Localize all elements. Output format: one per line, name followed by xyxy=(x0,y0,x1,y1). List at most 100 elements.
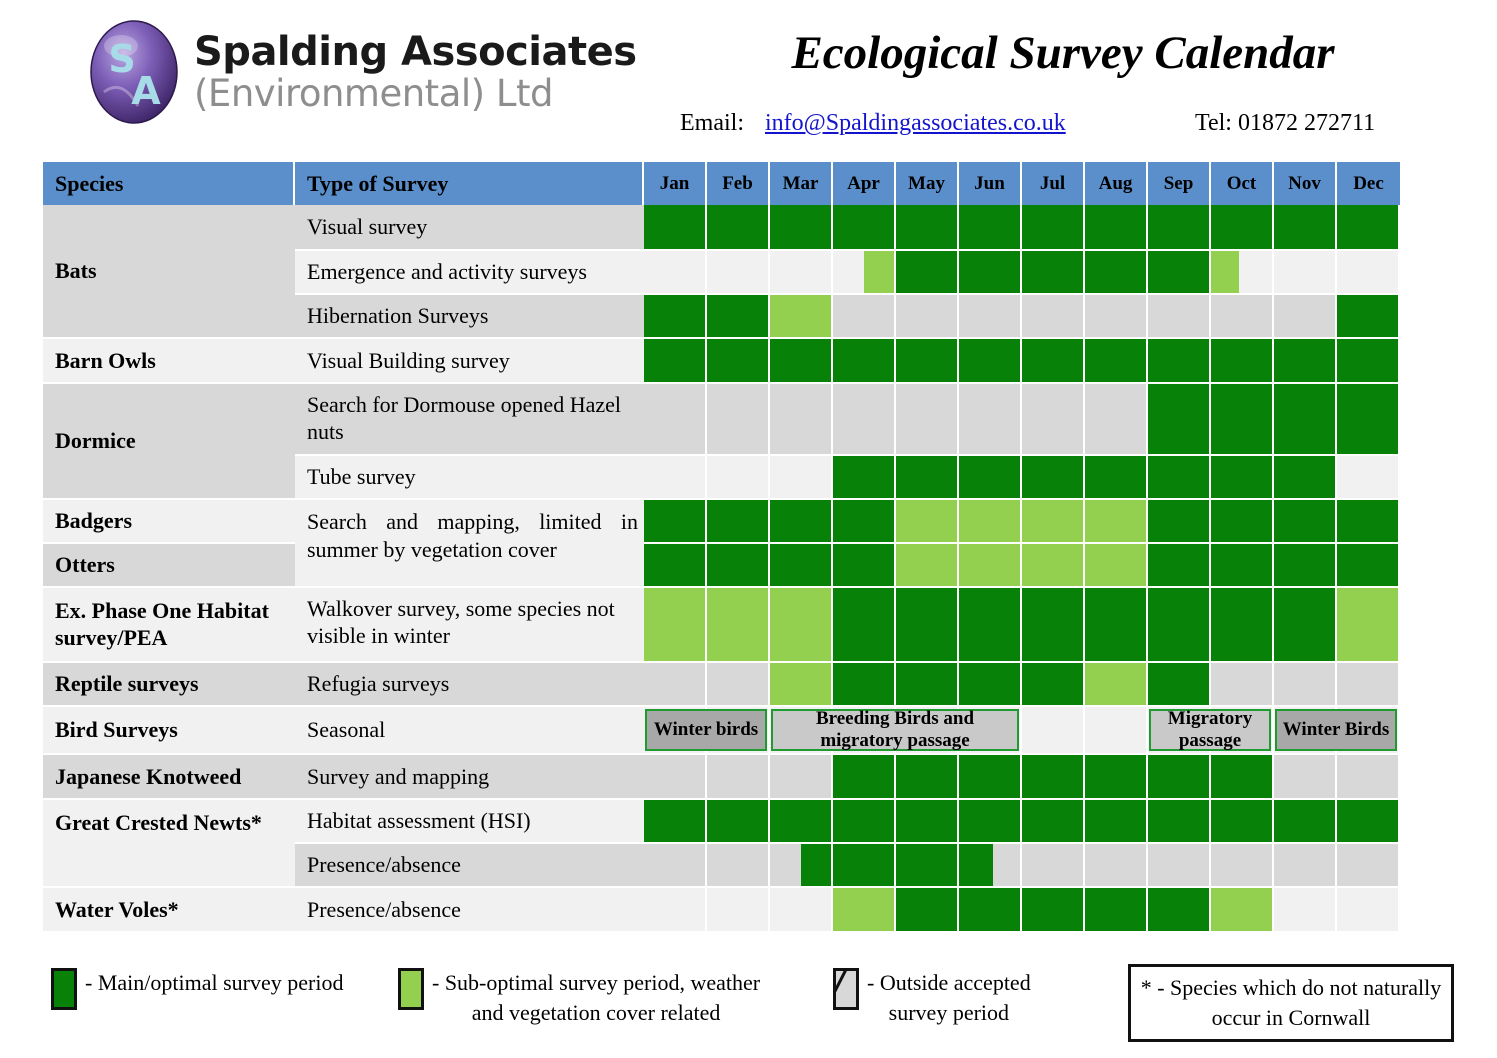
column-header-may: May xyxy=(896,162,959,205)
month-cell-jan xyxy=(644,339,707,382)
month-cell-apr xyxy=(833,384,896,454)
month-cell-nov xyxy=(1274,251,1337,293)
month-cell-jul xyxy=(1022,844,1085,886)
month-cell-oct xyxy=(1211,384,1274,454)
legend-item-sub-optimal: - Sub-optimal survey period, weather and… xyxy=(398,968,760,1027)
column-header-sep: Sep xyxy=(1148,162,1211,205)
month-cell-may xyxy=(896,755,959,798)
month-cell-jan xyxy=(644,663,707,705)
month-cell-feb xyxy=(707,384,770,454)
month-cell-oct xyxy=(1211,456,1274,498)
month-cell-jan xyxy=(644,384,707,454)
month-cell-oct xyxy=(1211,500,1274,542)
month-cell-jan xyxy=(644,544,707,586)
month-cell-jul xyxy=(1022,500,1085,542)
month-cell-mar xyxy=(770,844,833,886)
month-cell-mar xyxy=(770,544,833,586)
survey-type-cell: Visual survey xyxy=(295,205,644,251)
months-grid: Winter birds Breeding Birds and migratory… xyxy=(644,205,1454,933)
month-cell-jul xyxy=(1022,456,1085,498)
column-header-dec: Dec xyxy=(1337,162,1400,205)
month-cell-feb xyxy=(707,339,770,382)
month-cell-may xyxy=(896,384,959,454)
month-cell-feb xyxy=(707,544,770,586)
month-cell-sep xyxy=(1148,251,1211,293)
legend-label-main: - Main/optimal survey period xyxy=(85,970,344,995)
month-cell-dec xyxy=(1337,544,1398,586)
species-cell-badgers: Badgers xyxy=(43,500,295,544)
month-cell-jun xyxy=(959,251,1022,293)
month-cell-feb xyxy=(707,588,770,661)
company-name-line1: Spalding Associates xyxy=(194,29,637,75)
month-cell-jan xyxy=(644,800,707,842)
month-cell-feb xyxy=(707,800,770,842)
month-cell-jan xyxy=(644,456,707,498)
month-cell-aug xyxy=(1085,384,1148,454)
month-cell-jan xyxy=(644,844,707,886)
ecological-survey-calendar-page: S A Spalding Associates (Environmental) … xyxy=(0,0,1497,1058)
month-cell-jun xyxy=(959,384,1022,454)
month-cell-apr xyxy=(833,588,896,661)
month-cell-oct xyxy=(1211,755,1274,798)
table-row: Winter birds Breeding Birds and migratory… xyxy=(644,707,1454,755)
month-cell-oct xyxy=(1211,205,1274,249)
month-cell-jun xyxy=(959,295,1022,337)
month-cell-aug xyxy=(1085,500,1148,542)
column-header-type-of-survey: Type of Survey xyxy=(295,162,644,205)
month-cell-oct xyxy=(1211,800,1274,842)
month-cell-dec xyxy=(1337,205,1398,249)
partial-fill xyxy=(800,844,831,886)
month-cell-jul xyxy=(1022,339,1085,382)
table-row xyxy=(644,663,1454,707)
email-link[interactable]: info@Spaldingassociates.co.uk xyxy=(765,110,1066,137)
table-row xyxy=(644,456,1454,500)
column-header-oct: Oct xyxy=(1211,162,1274,205)
species-cell-dormice: Dormice xyxy=(43,384,295,500)
survey-type-cell: Search and mapping, limited in summer by… xyxy=(295,500,644,588)
month-cell-may xyxy=(896,844,959,886)
table-row xyxy=(644,544,1454,588)
month-cell-jun xyxy=(959,588,1022,661)
month-cell-aug xyxy=(1085,456,1148,498)
month-cell-oct xyxy=(1211,544,1274,586)
month-cell-dec xyxy=(1337,588,1398,661)
month-cell-may xyxy=(896,800,959,842)
month-cell-jun xyxy=(959,755,1022,798)
month-cell-nov xyxy=(1274,500,1337,542)
month-cell-may xyxy=(896,500,959,542)
month-cell-jul xyxy=(1022,544,1085,586)
legend-swatch-main-icon xyxy=(51,968,77,1010)
month-cell-apr xyxy=(833,544,896,586)
month-cell-aug xyxy=(1085,800,1148,842)
table-body: Bats Barn Owls Dormice Badgers Otters Ex. Pha… xyxy=(43,205,1454,933)
survey-type-column: Visual survey Emergence and activity surv… xyxy=(295,205,644,933)
month-cell-mar xyxy=(770,251,833,293)
month-cell-jul xyxy=(1022,384,1085,454)
month-cell-dec xyxy=(1337,844,1398,886)
survey-type-cell: Presence/absence xyxy=(295,888,644,933)
bird-season-band: Winter Birds xyxy=(1275,709,1397,751)
svg-text:A: A xyxy=(131,69,161,113)
month-cell-mar xyxy=(770,800,833,842)
species-cell-japanese-knotweed: Japanese Knotweed xyxy=(43,755,295,800)
month-cell-mar xyxy=(770,755,833,798)
column-header-nov: Nov xyxy=(1274,162,1337,205)
month-cell-oct xyxy=(1211,295,1274,337)
month-cell-feb xyxy=(707,888,770,931)
month-cell-aug xyxy=(1085,295,1148,337)
month-cell-may xyxy=(896,456,959,498)
month-cell-jun xyxy=(959,339,1022,382)
month-cell-feb xyxy=(707,844,770,886)
species-cell-great-crested-newts: Great Crested Newts* xyxy=(43,800,295,888)
column-header-jul: Jul xyxy=(1022,162,1085,205)
survey-type-cell: Survey and mapping xyxy=(295,755,644,800)
month-cell-aug xyxy=(1085,663,1148,705)
month-cell-sep xyxy=(1148,755,1211,798)
column-header-species: Species xyxy=(43,162,295,205)
survey-type-cell: Walkover survey, some species not visibl… xyxy=(295,588,644,663)
month-cell-oct xyxy=(1211,588,1274,661)
month-cell-sep xyxy=(1148,800,1211,842)
survey-type-cell: Search for Dormouse opened Hazel nuts xyxy=(295,384,644,456)
month-cell-sep xyxy=(1148,205,1211,249)
month-cell-sep xyxy=(1148,588,1211,661)
